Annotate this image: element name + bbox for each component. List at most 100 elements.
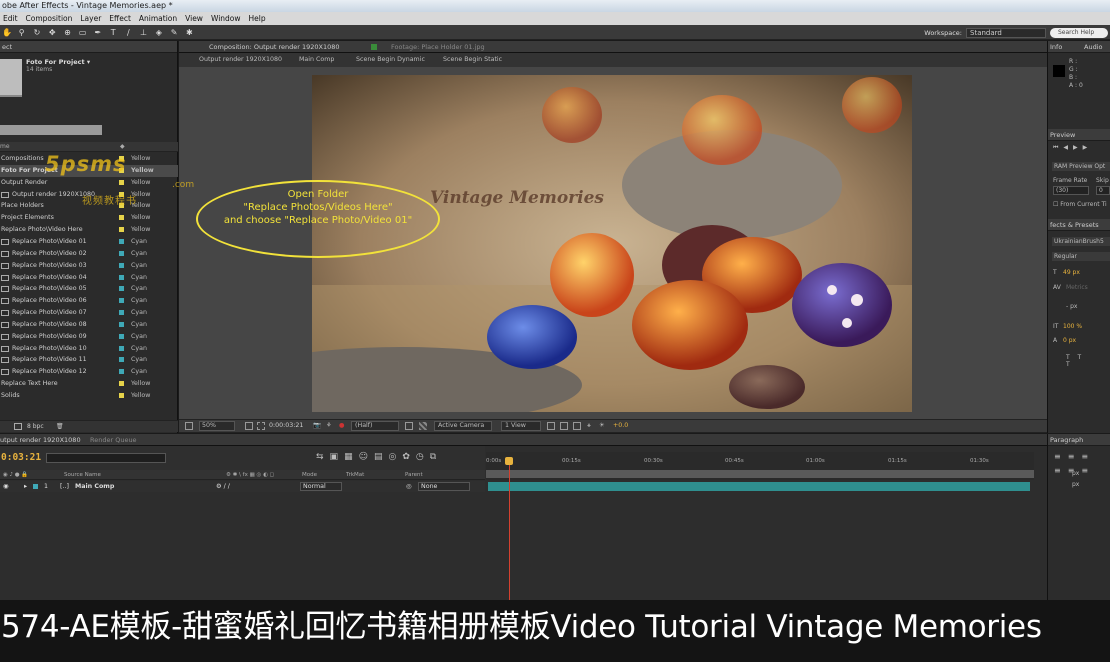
label-color-swatch[interactable] bbox=[119, 298, 124, 304]
label-color-swatch[interactable] bbox=[119, 333, 124, 339]
frame-blending-icon[interactable]: ▤ bbox=[374, 452, 389, 462]
crumb-scene-begin-static[interactable]: Scene Begin Static bbox=[443, 53, 502, 67]
project-search-field[interactable] bbox=[0, 125, 102, 135]
zoom-select[interactable]: 50% bbox=[199, 421, 235, 431]
exposure-value[interactable]: +0.0 bbox=[613, 420, 628, 432]
from-current-checkbox[interactable]: ☐ From Current Ti bbox=[1053, 201, 1107, 208]
tab-preview[interactable]: Preview bbox=[1048, 129, 1110, 141]
label-color-swatch[interactable] bbox=[119, 286, 124, 292]
interpret-footage-icon[interactable] bbox=[14, 423, 22, 430]
clone-tool-icon[interactable]: ⊥ bbox=[139, 28, 148, 37]
label-color-swatch[interactable] bbox=[119, 274, 124, 280]
flowchart-icon[interactable]: ⚹ bbox=[587, 420, 591, 432]
first-frame-icon[interactable]: ⏮ bbox=[1053, 144, 1063, 151]
menu-item-animation[interactable]: Animation bbox=[139, 12, 177, 25]
play-icon[interactable]: ▶ bbox=[1073, 144, 1083, 151]
project-list-item[interactable]: Solids Yellow bbox=[0, 390, 178, 402]
tab-composition[interactable]: Composition: Output render 1920X1080 bbox=[209, 41, 340, 53]
tab-timeline-comp[interactable]: utput render 1920X1080 bbox=[0, 434, 81, 446]
roto-tool-icon[interactable]: ✎ bbox=[170, 28, 179, 37]
camera-tool-icon[interactable]: ✥ bbox=[48, 28, 57, 37]
puppet-tool-icon[interactable]: ✱ bbox=[185, 28, 194, 37]
frame-rate-select[interactable]: (30) bbox=[1053, 186, 1089, 195]
layer-label-color[interactable] bbox=[33, 484, 38, 489]
tab-info[interactable]: Info bbox=[1050, 43, 1062, 51]
fast-previews-icon[interactable] bbox=[560, 422, 568, 430]
project-list-item[interactable]: Replace Photo\Video 02 Cyan bbox=[0, 248, 178, 260]
brush-tool-icon[interactable]: ∕ bbox=[124, 28, 133, 37]
label-color-swatch[interactable] bbox=[119, 310, 124, 316]
vertical-scale-value[interactable]: 100 % bbox=[1063, 323, 1082, 330]
trash-icon[interactable]: 🗑 bbox=[56, 421, 64, 433]
search-help-input[interactable]: Search Help bbox=[1050, 28, 1108, 38]
label-color-swatch[interactable] bbox=[119, 227, 124, 233]
toggle-pixel-aspect-icon[interactable] bbox=[547, 422, 555, 430]
work-area-bar[interactable] bbox=[486, 470, 1034, 478]
project-list-item[interactable]: Replace Text Here Yellow bbox=[0, 378, 178, 390]
comp-mini-flowchart-icon[interactable]: ⇆ bbox=[316, 452, 330, 462]
label-color-swatch[interactable] bbox=[119, 381, 124, 387]
current-time-indicator[interactable] bbox=[509, 458, 510, 600]
col-source-name[interactable]: Source Name bbox=[64, 470, 101, 480]
layer-visibility-icon[interactable]: ◉ bbox=[3, 481, 9, 492]
layer-row[interactable]: ◉ ▸ 1 [..] Main Comp ⚙ ∕ ∕ Normal ◎ None bbox=[0, 481, 485, 492]
tab-paragraph[interactable]: Paragraph bbox=[1048, 434, 1110, 446]
label-color-swatch[interactable] bbox=[119, 345, 124, 351]
project-list-item[interactable]: Replace Photo\Video 08 Cyan bbox=[0, 319, 178, 331]
draft-3d-icon[interactable]: ▦ bbox=[344, 452, 359, 462]
menu-item-effect[interactable]: Effect bbox=[109, 12, 131, 25]
project-list-item[interactable]: Output Render Yellow bbox=[0, 177, 178, 189]
menu-item-window[interactable]: Window bbox=[211, 12, 241, 25]
graph-editor-icon[interactable]: ⧉ bbox=[430, 452, 442, 462]
skip-input[interactable]: 0 bbox=[1096, 186, 1110, 195]
project-list-item[interactable]: Project Elements Yellow bbox=[0, 212, 178, 224]
align-buttons[interactable]: ≡≡≡ bbox=[1054, 452, 1095, 461]
baseline-shift-value[interactable]: 0 px bbox=[1063, 337, 1076, 344]
hand-tool-icon[interactable]: ✋ bbox=[2, 28, 12, 37]
indent-unit-1[interactable]: px bbox=[1072, 470, 1079, 477]
transparency-grid-icon[interactable] bbox=[419, 422, 427, 430]
menu-item-help[interactable]: Help bbox=[249, 12, 266, 25]
project-list-item[interactable]: Replace Photo\Video 09 Cyan bbox=[0, 331, 178, 343]
next-frame-icon[interactable]: ▶ bbox=[1083, 144, 1093, 151]
tab-render-queue[interactable]: Render Queue bbox=[90, 434, 137, 446]
menu-item-layer[interactable]: Layer bbox=[80, 12, 101, 25]
zoom-tool-icon[interactable]: ⚲ bbox=[17, 28, 26, 37]
eraser-tool-icon[interactable]: ◈ bbox=[154, 28, 163, 37]
exposure-icon[interactable]: ☀ bbox=[599, 420, 605, 432]
channel-icon[interactable]: ● bbox=[339, 420, 345, 432]
auto-keyframe-icon[interactable]: ◷ bbox=[416, 452, 430, 462]
camera-select[interactable]: Active Camera bbox=[434, 421, 492, 431]
rotate-tool-icon[interactable]: ↻ bbox=[32, 28, 41, 37]
text-style-buttons[interactable]: TT T bbox=[1066, 354, 1110, 368]
tab-footage[interactable]: Footage: Place Holder 01.jpg bbox=[391, 41, 485, 53]
crumb-output-render[interactable]: Output render 1920X1080 bbox=[199, 53, 282, 67]
ram-preview-select[interactable]: RAM Preview Opt bbox=[1052, 162, 1110, 171]
col-mode[interactable]: Mode bbox=[302, 470, 317, 480]
mask-visibility-icon[interactable] bbox=[257, 422, 265, 430]
crumb-scene-begin-dynamic[interactable]: Scene Begin Dynamic bbox=[356, 53, 425, 67]
timeline-icon[interactable] bbox=[573, 422, 581, 430]
resolution-select[interactable]: (Half) bbox=[351, 421, 399, 431]
project-list-item[interactable]: Replace Photo\Video 04 Cyan bbox=[0, 272, 178, 284]
label-color-swatch[interactable] bbox=[119, 250, 124, 256]
pickwhip-icon[interactable]: ◎ bbox=[406, 481, 412, 492]
layer-switches[interactable]: ⚙ ∕ ∕ bbox=[216, 481, 230, 492]
label-color-swatch[interactable] bbox=[119, 369, 124, 375]
column-name[interactable]: me bbox=[0, 143, 10, 150]
expand-arrow-icon[interactable]: ▸ bbox=[24, 481, 27, 492]
crumb-main-comp[interactable]: Main Comp bbox=[299, 53, 334, 67]
font-style-select[interactable]: Regular bbox=[1052, 252, 1110, 261]
text-tool-icon[interactable]: T bbox=[109, 28, 118, 37]
pan-behind-tool-icon[interactable]: ⊕ bbox=[63, 28, 72, 37]
tab-effects-presets[interactable]: fects & Presets bbox=[1048, 219, 1110, 231]
layer-name[interactable]: Main Comp bbox=[75, 481, 114, 492]
live-update-icon[interactable]: ▣ bbox=[330, 452, 345, 462]
font-size-value[interactable]: 49 px bbox=[1063, 269, 1080, 276]
project-list-item[interactable]: Replace Photo\Video 07 Cyan bbox=[0, 307, 178, 319]
label-color-swatch[interactable] bbox=[119, 262, 124, 268]
project-list-item[interactable]: Replace Photo\Video 11 Cyan bbox=[0, 354, 178, 366]
region-of-interest-icon[interactable] bbox=[405, 422, 413, 430]
view-layout-select[interactable]: 1 View bbox=[501, 421, 541, 431]
project-list-item[interactable]: Replace Photo\Video Here Yellow bbox=[0, 224, 178, 236]
